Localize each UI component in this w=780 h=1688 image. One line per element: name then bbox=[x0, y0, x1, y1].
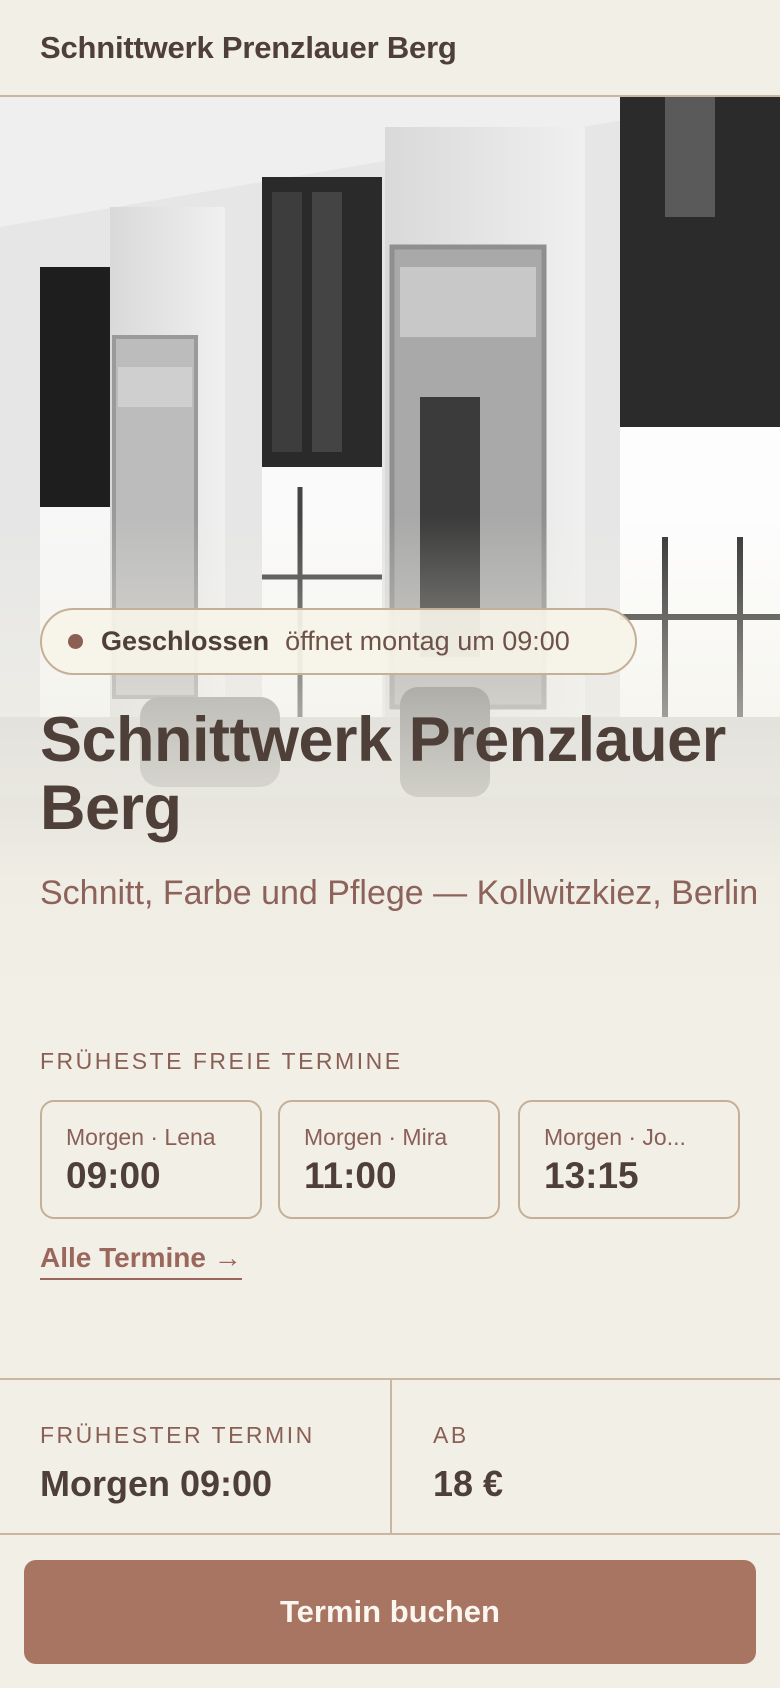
slot-time: 11:00 bbox=[304, 1155, 397, 1196]
slot-time: 09:00 bbox=[66, 1155, 161, 1196]
slot-card[interactable]: Morgen · Lena 09:00 bbox=[40, 1100, 262, 1219]
top-bar: Schnittwerk Prenzlauer Berg bbox=[0, 0, 780, 97]
earliest-appointment-value: Morgen 09:00 bbox=[40, 1463, 273, 1504]
app-title: Schnittwerk Prenzlauer Berg bbox=[40, 29, 457, 65]
slot-card[interactable]: Morgen · Jo... 13:15 bbox=[518, 1100, 740, 1219]
slot-meta: Morgen · Jo... bbox=[544, 1124, 686, 1150]
summary-divider bbox=[390, 1380, 392, 1533]
salon-page: Schnittwerk Prenzlauer Berg Geschlossen … bbox=[0, 0, 780, 1688]
slot-time: 13:15 bbox=[544, 1155, 639, 1196]
earliest-slots-heading: FRÜHESTE FREIE TERMINE bbox=[40, 1048, 403, 1074]
slot-card[interactable]: Morgen · Mira 11:00 bbox=[278, 1100, 500, 1219]
slot-list: Morgen · Lena 09:00 Morgen · Mira 11:00 … bbox=[40, 1100, 740, 1219]
earliest-appointment-label: FRÜHESTER TERMIN bbox=[40, 1422, 315, 1448]
earliest-appointment-cell: FRÜHESTER TERMIN Morgen 09:00 bbox=[40, 1422, 315, 1505]
price-cell: AB 18 € bbox=[433, 1422, 503, 1505]
salon-title: Schnittwerk Prenzlauer Berg bbox=[40, 705, 726, 843]
booking-summary: FRÜHESTER TERMIN Morgen 09:00 AB 18 € bbox=[0, 1378, 780, 1535]
slot-meta: Morgen · Lena bbox=[66, 1124, 216, 1150]
status-detail: öffnet montag um 09:00 bbox=[285, 626, 570, 656]
opening-status-badge: Geschlossen öffnet montag um 09:00 bbox=[40, 608, 637, 675]
status-dot-icon bbox=[68, 634, 83, 649]
price-label: AB bbox=[433, 1422, 469, 1448]
price-value: 18 € bbox=[433, 1463, 504, 1504]
status-label: Geschlossen bbox=[101, 626, 270, 656]
salon-subtitle: Schnitt, Farbe und Pflege — Kollwitzkiez… bbox=[40, 874, 759, 912]
all-appointments-link[interactable]: Alle Termine → bbox=[40, 1242, 242, 1280]
book-appointment-button[interactable]: Termin buchen bbox=[24, 1560, 756, 1664]
slot-meta: Morgen · Mira bbox=[304, 1124, 448, 1150]
